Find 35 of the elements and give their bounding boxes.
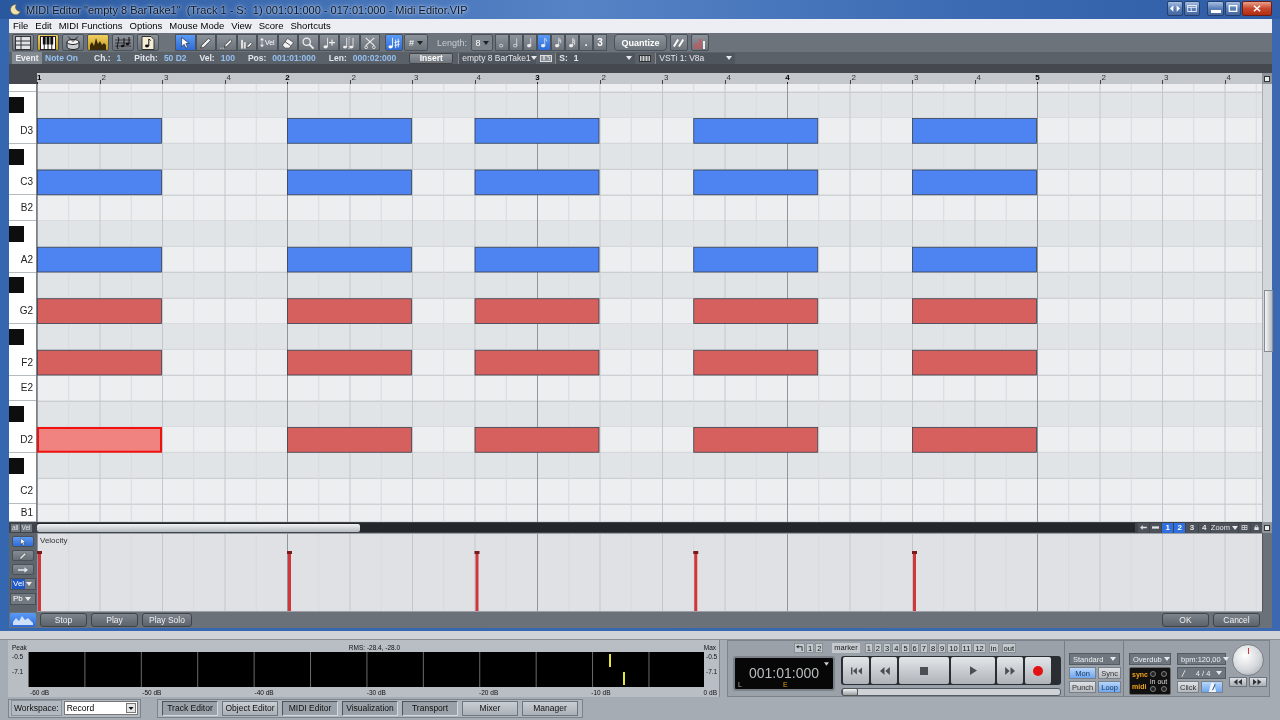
ruler-label: 2: [601, 73, 606, 83]
ruler-label: 2: [101, 73, 106, 83]
event-label: Event: [12, 52, 42, 64]
ruler-label: 2: [1101, 73, 1106, 83]
ruler-label: 4: [976, 73, 981, 83]
workspace-label: Workspace:: [11, 700, 62, 716]
ruler-label: 3: [535, 73, 540, 83]
ruler-label: 2: [351, 73, 356, 83]
ruler-label: 4: [226, 73, 231, 83]
field-label: Pitch:: [134, 53, 158, 63]
ruler-label: 4: [785, 73, 790, 83]
field-label: Vel:: [199, 53, 215, 63]
ruler-label: 4: [726, 73, 731, 83]
field-label: Pos:: [247, 53, 267, 63]
ruler-label: 3: [914, 73, 919, 83]
ruler-label: 5: [1035, 73, 1040, 83]
lane-label: Velocity: [40, 536, 68, 545]
ruler-label: 4: [1226, 73, 1231, 83]
dropdown-value: Record: [65, 703, 96, 713]
ruler-label: 1: [37, 73, 42, 83]
ruler-label: 2: [285, 73, 290, 83]
field-label: Len:: [328, 53, 347, 63]
ruler-label: 3: [164, 73, 169, 83]
ruler-label: 3: [1164, 73, 1169, 83]
time-readout: 001:01:000: [748, 664, 820, 681]
ruler-label: 2: [851, 73, 856, 83]
length-label: Length:: [437, 37, 468, 48]
ruler-label: 4: [476, 73, 481, 83]
field-value: 1: [573, 53, 579, 63]
ruler-label: 3: [414, 73, 419, 83]
window-title: MIDI Editor "empty 8 BarTake1" (Track 1 - S: 1) 001:01:000 - 017:01:000 - Midi Editor.VIP: [26, 3, 468, 16]
field-label: Ch.:: [94, 53, 111, 63]
ruler-label: 3: [664, 73, 669, 83]
field-label: S:: [559, 53, 568, 63]
event-type: Note On: [45, 53, 80, 63]
